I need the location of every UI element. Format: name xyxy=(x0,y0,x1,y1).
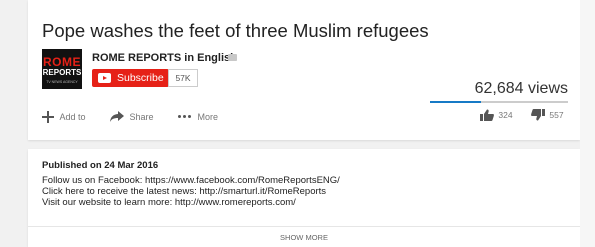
add-to-label: Add to xyxy=(59,112,86,122)
subscribe-label: Subscribe xyxy=(117,72,164,84)
published-date: Published on 24 Mar 2016 xyxy=(42,160,159,171)
thumbs-down-icon xyxy=(531,109,545,121)
logo-text-reports: REPORTS xyxy=(42,68,82,77)
description-line: Click here to receive the latest news: h… xyxy=(42,186,327,197)
more-button[interactable]: More xyxy=(178,111,218,122)
subscribe-button[interactable]: Subscribe xyxy=(92,69,169,87)
thumbs-up-icon xyxy=(480,109,494,121)
share-icon xyxy=(110,111,124,123)
dislike-button[interactable]: 557 xyxy=(531,109,564,121)
verified-badge-icon xyxy=(228,54,237,61)
page-gutter xyxy=(580,0,595,247)
like-count: 324 xyxy=(498,110,513,120)
description-line: Follow us on Facebook: https://www.faceb… xyxy=(42,175,340,186)
add-to-button[interactable]: Add to xyxy=(42,111,86,123)
logo-text-rome: ROME xyxy=(43,55,81,69)
subscriber-count: 57K xyxy=(168,69,198,87)
youtube-play-icon xyxy=(98,73,111,83)
channel-avatar[interactable]: ROME REPORTS TV NEWS AGENCY xyxy=(42,49,82,89)
more-dots-icon xyxy=(178,114,192,119)
view-count: 62,684 views xyxy=(474,80,568,97)
show-more-button[interactable]: SHOW MORE xyxy=(28,233,580,242)
description-line: Visit our website to learn more: http://… xyxy=(42,197,296,208)
add-to-icon xyxy=(42,111,54,123)
like-bar-fill xyxy=(430,101,482,103)
dislike-count: 557 xyxy=(549,110,564,120)
like-button[interactable]: 324 xyxy=(480,109,513,121)
share-label: Share xyxy=(129,111,154,122)
more-label: More xyxy=(197,111,219,122)
video-title: Pope washes the feet of three Muslim ref… xyxy=(42,20,429,41)
channel-name-link[interactable]: ROME REPORTS in English xyxy=(92,52,237,64)
video-info-card: Pope washes the feet of three Muslim ref… xyxy=(28,0,580,140)
logo-text-agency: TV NEWS AGENCY xyxy=(46,80,78,84)
description-card: Published on 24 Mar 2016 Follow us on Fa… xyxy=(28,149,580,247)
description-divider xyxy=(28,226,580,227)
sentiment-bar xyxy=(430,101,568,103)
share-button[interactable]: Share xyxy=(110,111,154,123)
